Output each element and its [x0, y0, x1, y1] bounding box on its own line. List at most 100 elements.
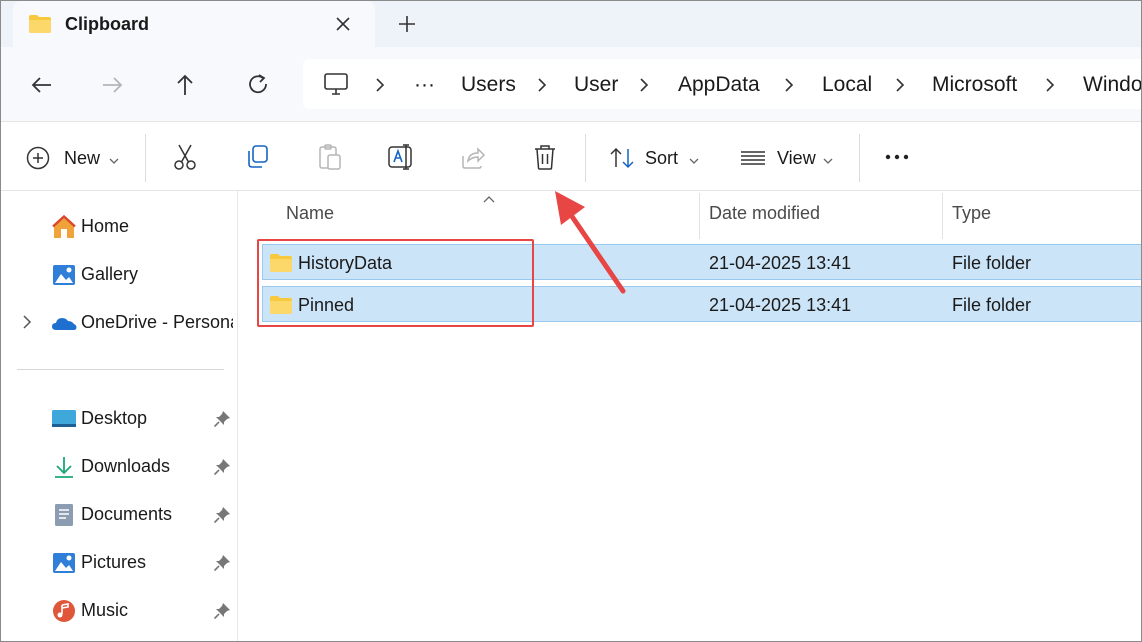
new-label: New	[64, 148, 101, 168]
view-label: View	[777, 148, 816, 168]
command-bar: New Sort View	[1, 121, 1141, 191]
chevron-right-icon[interactable]	[21, 314, 33, 335]
column-divider[interactable]	[699, 193, 700, 239]
sidebar-item-label: Gallery	[81, 264, 139, 284]
chevron-right-icon[interactable]	[1043, 77, 1057, 93]
tab-clipboard[interactable]: Clipboard	[13, 1, 375, 47]
sidebar-item-onedrive[interactable]: OneDrive - Personal	[1, 302, 238, 342]
breadcrumb-users[interactable]: Users	[461, 73, 516, 97]
sort-icon	[609, 145, 635, 176]
sidebar-item-downloads[interactable]: Downloads	[1, 446, 238, 486]
pictures-icon	[51, 550, 77, 576]
rename-icon	[388, 144, 412, 170]
annotation-arrow-icon	[541, 185, 631, 300]
sidebar-item-desktop[interactable]: Desktop	[1, 398, 238, 438]
divider	[17, 369, 224, 370]
separator	[585, 134, 586, 182]
forward-button[interactable]	[97, 69, 129, 101]
more-options-button[interactable]	[884, 142, 912, 172]
sidebar-item-label: OneDrive - Personal	[81, 312, 233, 332]
column-divider[interactable]	[942, 193, 943, 239]
sidebar-item-label: Downloads	[81, 456, 171, 476]
view-list-icon	[739, 145, 767, 176]
documents-icon	[51, 502, 77, 528]
sidebar-item-music[interactable]: Music	[1, 590, 238, 630]
scissors-icon	[174, 144, 196, 170]
sort-label: Sort	[645, 148, 679, 168]
onedrive-icon	[51, 310, 77, 336]
desktop-icon	[51, 406, 77, 432]
sidebar-item-label: Desktop	[81, 408, 148, 428]
folder-icon	[28, 14, 52, 39]
sidebar-item-label: Pictures	[81, 552, 147, 572]
up-button[interactable]	[169, 69, 201, 101]
chevron-down-icon	[823, 152, 833, 170]
breadcrumb-microsoft[interactable]: Microsoft	[932, 73, 1017, 97]
sidebar-item-home[interactable]: Home	[1, 206, 238, 246]
new-button[interactable]: New	[25, 142, 125, 172]
home-icon	[51, 214, 77, 240]
breadcrumb-user[interactable]: User	[574, 73, 618, 97]
title-bar: Clipboard	[1, 1, 1141, 47]
column-header-name[interactable]: Name	[286, 203, 334, 224]
more-icon	[885, 154, 909, 160]
chevron-down-icon	[689, 152, 699, 170]
plus-circle-icon	[25, 145, 51, 176]
view-button[interactable]: View	[739, 142, 839, 172]
navigation-pane: Home Gallery OneDrive - Personal Desktop	[1, 191, 238, 641]
chevron-down-icon	[109, 152, 119, 170]
breadcrumb-appdata[interactable]: AppData	[678, 73, 760, 97]
tab-title: Clipboard	[65, 14, 149, 34]
share-icon	[462, 147, 486, 169]
delete-button[interactable]	[531, 142, 559, 172]
paste-icon	[319, 144, 341, 170]
chevron-right-icon[interactable]	[782, 77, 796, 93]
pin-icon[interactable]	[213, 458, 231, 476]
close-tab-icon[interactable]	[331, 12, 355, 36]
sidebar-item-label: Documents	[81, 504, 173, 524]
pin-icon[interactable]	[213, 602, 231, 620]
gallery-icon	[51, 262, 77, 288]
sidebar-item-label: Music	[81, 600, 129, 620]
refresh-button[interactable]	[242, 69, 274, 101]
chevron-right-icon[interactable]	[893, 77, 907, 93]
chevron-right-icon[interactable]	[637, 77, 651, 93]
pin-icon[interactable]	[213, 410, 231, 428]
annotation-highlight-box	[257, 239, 534, 327]
paste-button[interactable]	[316, 142, 344, 172]
this-pc-icon[interactable]	[323, 71, 349, 102]
address-overflow[interactable]: ···	[414, 73, 435, 97]
music-icon	[51, 598, 77, 624]
file-explorer-window: Clipboard ··· Users User AppData Local M…	[0, 0, 1142, 642]
sort-button[interactable]: Sort	[609, 142, 701, 172]
separator	[859, 134, 860, 182]
cut-button[interactable]	[171, 142, 199, 172]
date-modified: 21-04-2025 13:41	[709, 295, 852, 315]
sidebar-item-pictures[interactable]: Pictures	[1, 542, 238, 582]
rename-button[interactable]	[387, 142, 415, 172]
pin-icon[interactable]	[213, 506, 231, 524]
address-bar[interactable]: ··· Users User AppData Local Microsoft W…	[303, 59, 1141, 109]
downloads-icon	[51, 454, 77, 480]
copy-icon	[248, 145, 268, 168]
file-type: File folder	[952, 295, 1032, 315]
sort-ascending-icon	[482, 191, 496, 203]
back-button[interactable]	[25, 69, 57, 101]
chevron-right-icon[interactable]	[373, 77, 387, 93]
column-header-type[interactable]: Type	[952, 203, 991, 224]
sidebar-item-label: Home	[81, 216, 130, 236]
breadcrumb-local[interactable]: Local	[822, 73, 872, 97]
new-tab-button[interactable]	[395, 12, 419, 36]
breadcrumb-windows[interactable]: Windo	[1083, 73, 1141, 97]
copy-button[interactable]	[244, 142, 272, 172]
share-button[interactable]	[459, 142, 487, 172]
sidebar-item-documents[interactable]: Documents	[1, 494, 238, 534]
chevron-right-icon[interactable]	[535, 77, 549, 93]
column-header-date-modified[interactable]: Date modified	[709, 203, 820, 224]
separator	[145, 134, 146, 182]
trash-icon	[535, 145, 555, 170]
sidebar-item-gallery[interactable]: Gallery	[1, 254, 238, 294]
pin-icon[interactable]	[213, 554, 231, 572]
file-type: File folder	[952, 253, 1032, 273]
navigation-row: ··· Users User AppData Local Microsoft W…	[1, 47, 1141, 121]
